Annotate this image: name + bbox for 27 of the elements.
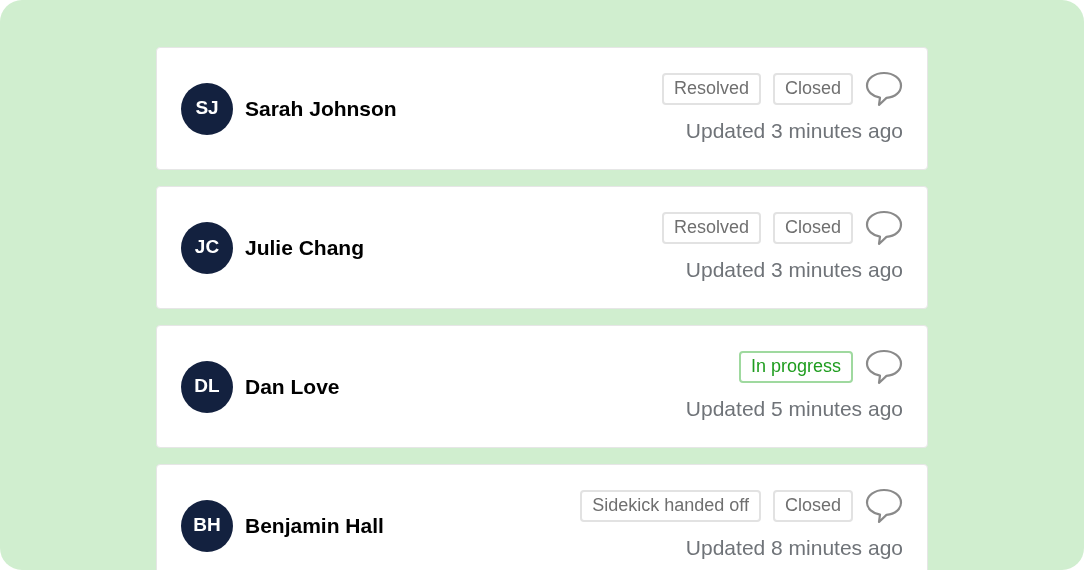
status-tag: Resolved — [661, 211, 761, 244]
avatar: JC — [181, 221, 233, 274]
status-tag: Resolved — [661, 72, 761, 105]
speech-bubble-icon[interactable] — [865, 487, 903, 524]
customer-name: Dan Love — [245, 373, 340, 400]
customer-name: Julie Chang — [245, 234, 365, 261]
status-tag: Closed — [772, 211, 853, 244]
ticket-card[interactable]: SJ Sarah Johnson Resolved Closed Updated 3 minutes ago — [156, 47, 928, 170]
updated-time: Updated 8 minutes ago — [685, 534, 903, 561]
customer-name: Sarah Johnson — [245, 95, 397, 122]
ticket-card[interactable]: JC Julie Chang Resolved Closed Updated 3 minutes ago — [156, 186, 928, 309]
ticket-card[interactable]: DL Dan Love In progress Updated 5 minutes ago — [156, 325, 928, 448]
status-tag: Closed — [772, 72, 853, 105]
customer-name: Benjamin Hall — [245, 512, 384, 539]
updated-time: Updated 3 minutes ago — [685, 117, 903, 144]
speech-bubble-icon[interactable] — [865, 209, 903, 246]
status-tag: Closed — [772, 489, 853, 522]
updated-time: Updated 5 minutes ago — [685, 395, 903, 422]
status-tag: In progress — [738, 350, 853, 383]
speech-bubble-icon[interactable] — [865, 348, 903, 385]
status-tag: Sidekick handed off — [580, 489, 761, 522]
ticket-card[interactable]: BH Benjamin Hall Sidekick handed off Closed Updated 8 minutes ago — [156, 464, 928, 570]
avatar: DL — [181, 360, 233, 413]
avatar: BH — [181, 499, 233, 552]
updated-time: Updated 3 minutes ago — [685, 256, 903, 283]
avatar: SJ — [181, 82, 233, 135]
speech-bubble-icon[interactable] — [865, 70, 903, 107]
